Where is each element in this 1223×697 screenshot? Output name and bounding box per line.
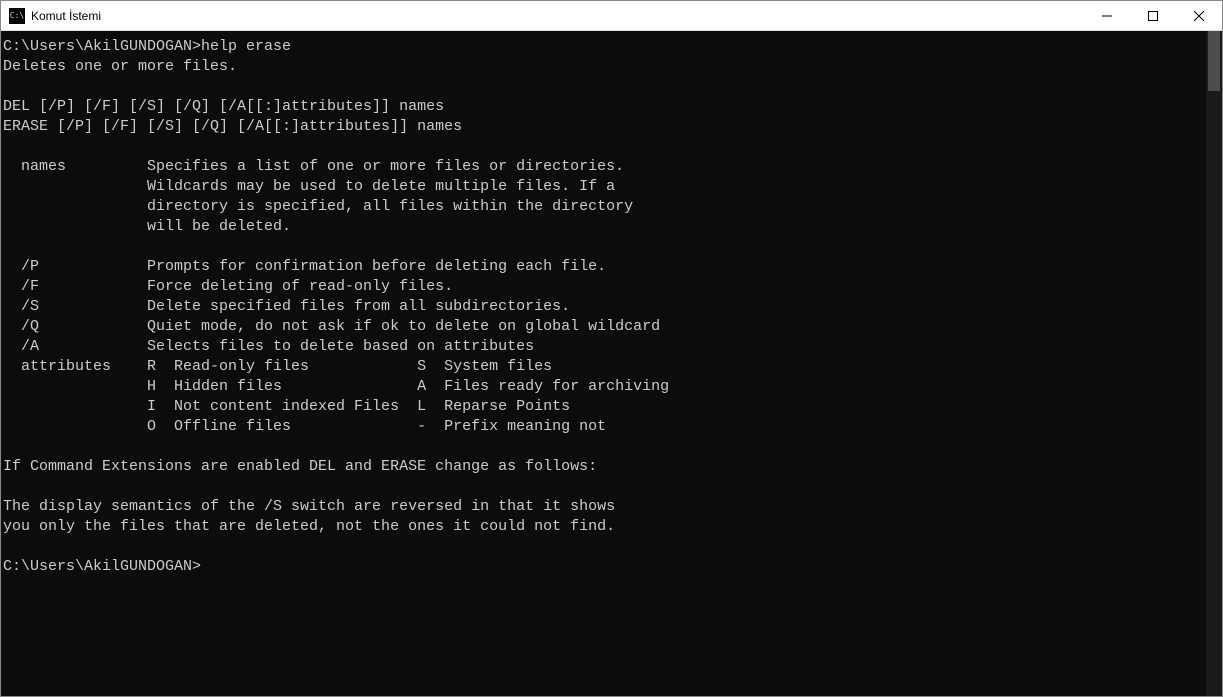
output-line: DEL [/P] [/F] [/S] [/Q] [/A[[:]attribute… [3, 98, 444, 115]
titlebar: C:\ Komut İstemi [1, 1, 1222, 31]
output-line: Deletes one or more files. [3, 58, 237, 75]
minimize-button[interactable] [1084, 1, 1130, 31]
output-line: /Q Quiet mode, do not ask if ok to delet… [3, 318, 660, 335]
maximize-button[interactable] [1130, 1, 1176, 31]
output-line: /A Selects files to delete based on attr… [3, 338, 534, 355]
prompt-line: C:\Users\AkilGUNDOGAN>help erase [3, 38, 291, 55]
output-line: The display semantics of the /S switch a… [3, 498, 615, 515]
output-line: directory is specified, all files within… [3, 198, 633, 215]
prompt-line: C:\Users\AkilGUNDOGAN> [3, 558, 201, 575]
output-line: I Not content indexed Files L Reparse Po… [3, 398, 570, 415]
output-line: ERASE [/P] [/F] [/S] [/Q] [/A[[:]attribu… [3, 118, 462, 135]
output-line: names Specifies a list of one or more fi… [3, 158, 624, 175]
cmd-icon: C:\ [9, 8, 25, 24]
output-line: H Hidden files A Files ready for archivi… [3, 378, 669, 395]
output-line: /P Prompts for confirmation before delet… [3, 258, 606, 275]
prompt-path: C:\Users\AkilGUNDOGAN> [3, 38, 201, 55]
scrollbar-thumb[interactable] [1208, 31, 1220, 91]
output-line: attributes R Read-only files S System fi… [3, 358, 552, 375]
close-button[interactable] [1176, 1, 1222, 31]
output-line: will be deleted. [3, 218, 291, 235]
terminal-container: C:\Users\AkilGUNDOGAN>help erase Deletes… [1, 31, 1222, 696]
prompt-command: help erase [201, 38, 291, 55]
output-line: /S Delete specified files from all subdi… [3, 298, 570, 315]
output-line: O Offline files - Prefix meaning not [3, 418, 606, 435]
terminal-output[interactable]: C:\Users\AkilGUNDOGAN>help erase Deletes… [1, 31, 1206, 696]
output-line: /F Force deleting of read-only files. [3, 278, 453, 295]
output-line: Wildcards may be used to delete multiple… [3, 178, 615, 195]
window-title: Komut İstemi [31, 9, 101, 23]
output-line: If Command Extensions are enabled DEL an… [3, 458, 597, 475]
output-line: you only the files that are deleted, not… [3, 518, 615, 535]
prompt-path: C:\Users\AkilGUNDOGAN> [3, 558, 201, 575]
scrollbar[interactable] [1206, 31, 1222, 696]
